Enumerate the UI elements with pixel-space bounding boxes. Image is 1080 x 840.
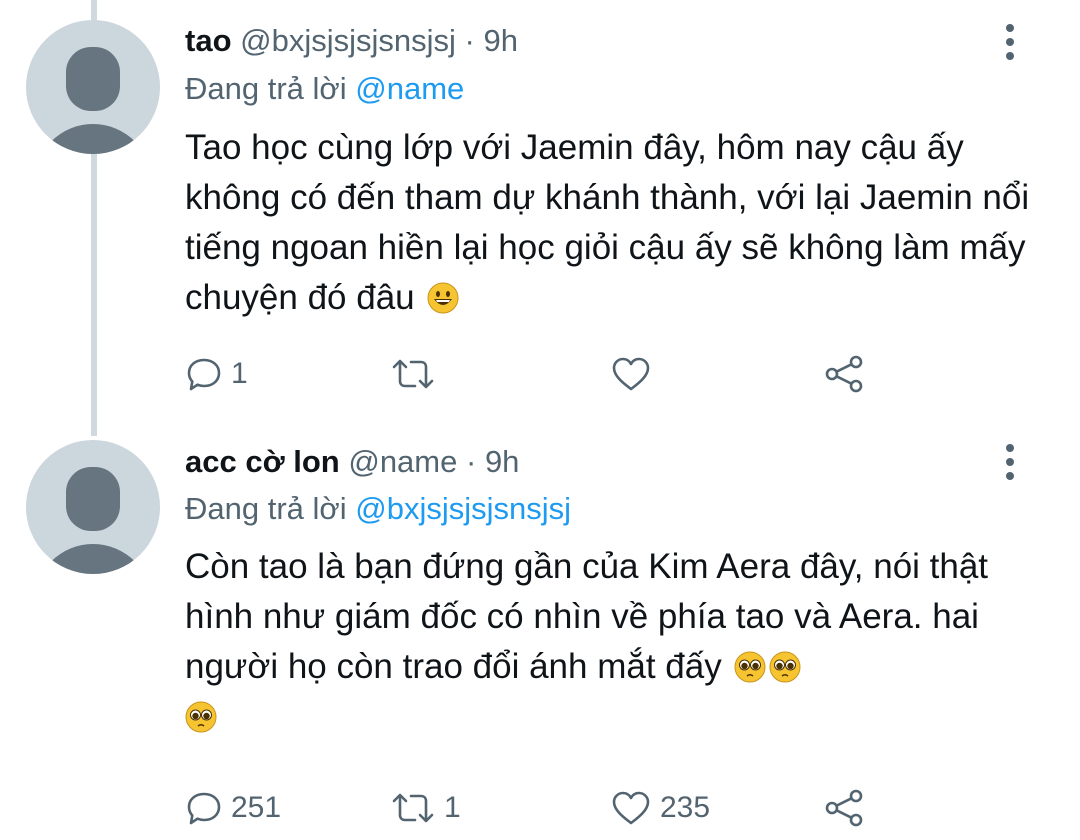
retweet-arrows-icon [392, 793, 434, 823]
tweet-body: Tao học cùng lớp với Jaemin đây, hôm nay… [185, 128, 1030, 317]
timestamp[interactable]: 9h [485, 444, 519, 479]
retweet-button[interactable]: 1 [390, 784, 461, 832]
tweet[interactable]: acc cờ lon @name · 9h Đang trả lời @bxjs… [0, 420, 1080, 840]
timestamp[interactable]: 9h [483, 23, 517, 58]
share-button[interactable] [823, 350, 865, 398]
avatar-head-shape [66, 467, 120, 531]
replying-to-mention[interactable]: @name [355, 71, 464, 106]
avatar[interactable] [26, 20, 160, 154]
user-handle[interactable]: @bxjsjsjsjsnsjsj [240, 23, 456, 58]
share-button[interactable] [823, 784, 865, 832]
grinning-face-emoji [427, 282, 459, 314]
tweet-header: tao @bxjsjsjsjsnsjsj · 9h [185, 19, 518, 63]
separator-dot: · [465, 444, 477, 479]
avatar-body-shape [34, 544, 152, 574]
tweet[interactable]: tao @bxjsjsjsjsnsjsj · 9h Đang trả lời @… [0, 0, 1080, 420]
share-nodes-icon [825, 355, 863, 393]
pleading-face-emoji [734, 651, 766, 683]
speech-bubble-icon [187, 358, 221, 391]
replying-to-prefix: Đang trả lời [185, 491, 347, 526]
share-nodes-icon [825, 789, 863, 827]
reply-button[interactable]: 251 [185, 784, 281, 832]
heart-icon [612, 791, 650, 825]
retweet-button[interactable] [390, 350, 444, 398]
vertical-ellipsis-icon[interactable] [998, 442, 1022, 482]
replying-to-line: Đang trả lời @name [185, 67, 464, 111]
display-name[interactable]: acc cờ lon [185, 444, 340, 479]
separator-dot: · [464, 23, 475, 58]
retweet-count: 1 [444, 791, 461, 824]
reply-button[interactable]: 1 [185, 350, 248, 398]
avatar[interactable] [26, 440, 160, 574]
pleading-face-emoji [769, 651, 801, 683]
tweet-body: Còn tao là bạn đứng gần của Kim Aera đây… [185, 547, 989, 686]
display-name[interactable]: tao [185, 23, 232, 58]
action-bar: 251 1 235 [185, 784, 905, 832]
replying-to-mention[interactable]: @bxjsjsjsjsnsjsj [355, 491, 571, 526]
like-count: 235 [660, 791, 711, 824]
like-button[interactable] [610, 350, 660, 398]
avatar-head-shape [66, 47, 120, 111]
replying-to-line: Đang trả lời @bxjsjsjsjsnsjsj [185, 487, 571, 531]
pleading-face-emoji [185, 701, 217, 733]
like-button[interactable]: 235 [610, 784, 710, 832]
reply-count: 251 [231, 791, 282, 824]
avatar-body-shape [34, 124, 152, 154]
vertical-ellipsis-icon[interactable] [998, 22, 1022, 62]
user-handle[interactable]: @name [348, 444, 457, 479]
replying-to-prefix: Đang trả lời [185, 71, 347, 106]
speech-bubble-icon [187, 792, 221, 825]
tweet-text: Còn tao là bạn đứng gần của Kim Aera đây… [185, 542, 1035, 742]
tweet-text: Tao học cùng lớp với Jaemin đây, hôm nay… [185, 123, 1035, 323]
heart-icon [612, 357, 650, 391]
action-bar: 1 [185, 350, 905, 398]
reply-count: 1 [231, 357, 248, 390]
tweet-header: acc cờ lon @name · 9h [185, 440, 519, 484]
retweet-arrows-icon [392, 359, 434, 389]
